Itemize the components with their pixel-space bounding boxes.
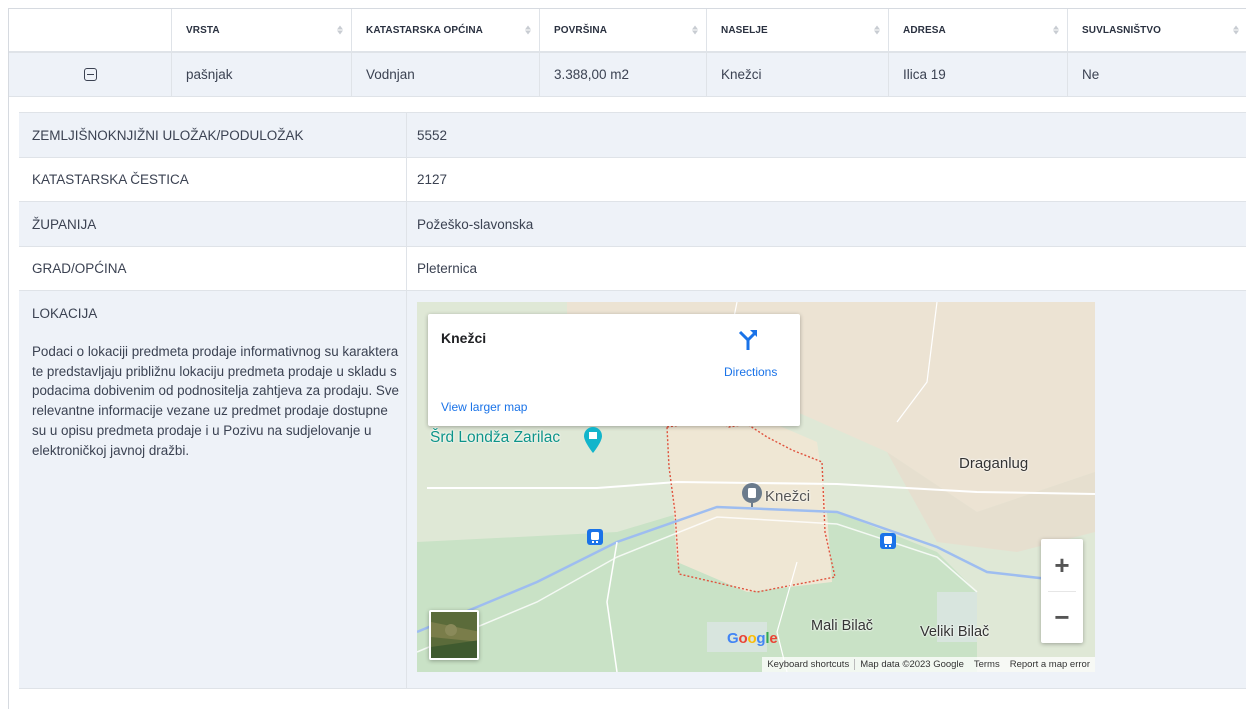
header-naselje[interactable]: NASELJE <box>707 9 889 51</box>
google-logo: Google <box>727 630 778 647</box>
sort-icon[interactable] <box>692 25 698 35</box>
cell-adresa: Ilica 19 <box>889 53 1068 96</box>
detail-row-cestica: KATASTARSKA ČESTICA 2127 <box>19 158 1246 202</box>
header-expand <box>9 9 172 51</box>
header-povrsina[interactable]: POVRŠINA <box>540 9 707 51</box>
collapse-icon[interactable] <box>83 68 97 81</box>
map-label-knezci: Knežci <box>765 488 811 505</box>
detail-row-grad: GRAD/OPĆINA Pleternica <box>19 247 1246 291</box>
cell-naselje: Knežci <box>707 53 889 96</box>
header-label: POVRŠINA <box>554 24 608 36</box>
detail-row-zupanija: ŽUPANIJA Požeško-slavonska <box>19 202 1246 247</box>
satellite-thumbnail-icon <box>431 612 477 658</box>
zoom-in-button[interactable]: + <box>1041 539 1083 591</box>
knezci-marker-icon[interactable] <box>741 482 763 508</box>
header-katastarska-opcina[interactable]: KATASTARSKA OPĆINA <box>352 9 540 51</box>
sort-icon[interactable] <box>337 25 343 35</box>
google-map[interactable]: Knežci Directions View larger map Šrd Lo… <box>417 302 1095 672</box>
header-suvlasnistvo[interactable]: SUVLASNIŠTVO <box>1068 9 1246 51</box>
map-label-mali-bilac: Mali Bilač <box>811 618 874 634</box>
detail-value: 2127 <box>417 172 448 187</box>
expand-cell <box>9 53 172 96</box>
sort-icon[interactable] <box>874 25 880 35</box>
train-station-icon[interactable] <box>880 533 896 549</box>
detail-row-lokacija: LOKACIJA Podaci o lokaciji predmeta prod… <box>19 291 1246 689</box>
map-attribution: Keyboard shortcuts Map data ©2023 Google… <box>762 657 1095 672</box>
map-label-veliki-bilac: Veliki Bilač <box>920 624 990 640</box>
map-data-text: Map data ©2023 Google <box>860 659 964 670</box>
detail-label: ZEMLJIŠNOKNJIŽNI ULOŽAK/PODULOŽAK <box>19 113 407 157</box>
cell-katastarska-opcina: Vodnjan <box>352 53 540 96</box>
detail-value: Pleternica <box>417 261 478 276</box>
cell-vrsta: pašnjak <box>172 53 352 96</box>
directions-link[interactable]: Directions <box>724 365 777 379</box>
view-larger-map-link[interactable]: View larger map <box>441 400 527 414</box>
detail-label: GRAD/OPĆINA <box>19 247 407 290</box>
sort-icon[interactable] <box>1053 25 1059 35</box>
detail-row-zk: ZEMLJIŠNOKNJIŽNI ULOŽAK/PODULOŽAK 5552 <box>19 113 1246 158</box>
place-title: Knežci <box>441 330 487 346</box>
detail-value: Požeško-slavonska <box>417 216 534 232</box>
lokacija-description: Podaci o lokaciji predmeta prodaje infor… <box>32 344 399 458</box>
terms-link[interactable]: Terms <box>969 659 1005 670</box>
detail-label: KATASTARSKA ČESTICA <box>19 158 407 201</box>
zoom-control: + − <box>1041 539 1083 643</box>
header-label: ADRESA <box>903 24 946 36</box>
directions-icon[interactable] <box>736 328 760 352</box>
detail-value: 5552 <box>417 127 448 143</box>
header-label: SUVLASNIŠTVO <box>1082 24 1161 36</box>
cell-povrsina: 3.388,00 m2 <box>540 53 707 96</box>
table-header: VRSTA KATASTARSKA OPĆINA POVRŠINA NASELJ… <box>9 9 1246 53</box>
property-table: VRSTA KATASTARSKA OPĆINA POVRŠINA NASELJ… <box>9 9 1246 97</box>
header-adresa[interactable]: ADRESA <box>889 9 1068 51</box>
map-label-draganlug: Draganlug <box>959 455 1029 472</box>
table-row: pašnjak Vodnjan 3.388,00 m2 Knežci Ilica… <box>9 53 1246 97</box>
place-infobox: Knežci Directions View larger map <box>428 314 800 426</box>
zoom-out-button[interactable]: − <box>1041 591 1083 643</box>
listing-frame: VRSTA KATASTARSKA OPĆINA POVRŠINA NASELJ… <box>8 8 1246 709</box>
keyboard-shortcuts-link[interactable]: Keyboard shortcuts <box>762 659 854 670</box>
poi-marker-icon[interactable] <box>583 426 603 454</box>
lokacija-label: LOKACIJA <box>32 306 98 321</box>
lokacija-cell: LOKACIJA Podaci o lokaciji predmeta prod… <box>19 291 407 688</box>
sort-icon[interactable] <box>525 25 531 35</box>
detail-table: ZEMLJIŠNOKNJIŽNI ULOŽAK/PODULOŽAK 5552 K… <box>19 112 1246 689</box>
cell-suvlasnistvo: Ne <box>1082 67 1100 82</box>
map-label-srd: Šrd Londža Zarilac <box>430 429 561 446</box>
sort-icon[interactable] <box>1233 25 1239 35</box>
satellite-toggle[interactable] <box>429 610 479 660</box>
header-vrsta[interactable]: VRSTA <box>172 9 352 51</box>
header-label: VRSTA <box>186 24 220 36</box>
detail-label: ŽUPANIJA <box>19 202 407 246</box>
report-error-link[interactable]: Report a map error <box>1005 659 1095 670</box>
train-station-icon[interactable] <box>587 529 603 545</box>
header-label: NASELJE <box>721 24 768 36</box>
header-label: KATASTARSKA OPĆINA <box>366 24 483 36</box>
lokacija-map-cell: Knežci Directions View larger map Šrd Lo… <box>407 291 1246 688</box>
